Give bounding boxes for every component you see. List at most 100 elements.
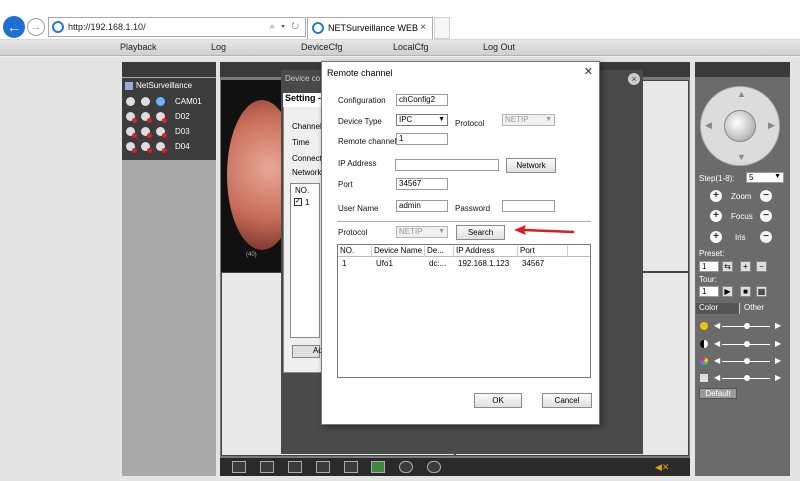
hue-slider[interactable]: ◀ ▶ bbox=[700, 373, 785, 383]
record-icon[interactable] bbox=[126, 97, 135, 107]
preset-goto-icon[interactable]: ⇆ bbox=[722, 261, 733, 272]
brightness-slider[interactable]: ◀ ▶ bbox=[700, 321, 785, 331]
slider-right-icon[interactable]: ▶ bbox=[775, 373, 781, 382]
zoom-out-button[interactable]: − bbox=[760, 190, 772, 202]
password-input[interactable] bbox=[502, 200, 555, 212]
tree-item-d02[interactable]: D02 bbox=[126, 112, 190, 124]
column-header-no[interactable]: NO. bbox=[338, 246, 372, 257]
tree-item-d03[interactable]: D03 bbox=[126, 127, 190, 139]
tab-color[interactable]: Color bbox=[696, 303, 740, 314]
iris-close-button[interactable]: − bbox=[760, 231, 772, 243]
snapshot-icon[interactable] bbox=[371, 461, 385, 473]
record-off-icon[interactable] bbox=[126, 127, 137, 139]
video-cell-cam01[interactable]: (40) bbox=[221, 80, 297, 272]
column-header-device[interactable]: De... bbox=[425, 246, 454, 257]
step-select[interactable]: 5 ▼ bbox=[746, 172, 784, 183]
ptz-left-icon[interactable]: ◀ bbox=[705, 120, 712, 131]
focus-out-button[interactable]: − bbox=[760, 210, 772, 222]
record-off-icon[interactable] bbox=[126, 142, 137, 154]
tour-stop-icon[interactable]: ■ bbox=[740, 286, 751, 297]
new-tab-button[interactable] bbox=[434, 17, 450, 39]
slider-knob[interactable] bbox=[744, 341, 750, 347]
protocol-select[interactable]: NETIP ▼ bbox=[502, 114, 555, 126]
device-config-close-icon[interactable]: × bbox=[628, 73, 640, 85]
column-header-device-name[interactable]: Device Name bbox=[372, 246, 425, 257]
address-controls[interactable]: ⌕ ▾ ↻ bbox=[270, 21, 301, 32]
ok-button[interactable]: OK bbox=[474, 393, 522, 408]
menu-logout[interactable]: Log Out bbox=[483, 42, 515, 52]
username-input[interactable]: admin bbox=[396, 200, 448, 212]
back-arrow-icon[interactable]: ← bbox=[3, 16, 25, 38]
slider-right-icon[interactable]: ▶ bbox=[775, 321, 781, 330]
contrast-slider[interactable]: ◀ ▶ bbox=[700, 339, 785, 349]
tour-input[interactable]: 1 bbox=[699, 286, 719, 297]
slider-left-icon[interactable]: ◀ bbox=[714, 356, 720, 365]
address-bar[interactable]: http://192.168.1.10/ ⌕ ▾ ↻ bbox=[48, 17, 306, 37]
open-all-icon[interactable] bbox=[316, 461, 330, 473]
slider-knob[interactable] bbox=[744, 375, 750, 381]
tab-close-icon[interactable]: × bbox=[420, 22, 426, 33]
layout-4-icon[interactable] bbox=[288, 461, 302, 473]
camera-off-icon[interactable] bbox=[156, 112, 167, 124]
camera-off-icon[interactable] bbox=[156, 142, 167, 154]
zoom-in-button[interactable]: + bbox=[710, 190, 722, 202]
tour-grid-icon[interactable]: ▦ bbox=[756, 286, 767, 297]
port-input[interactable]: 34567 bbox=[396, 178, 448, 190]
record-all-icon[interactable] bbox=[399, 461, 413, 473]
slider-left-icon[interactable]: ◀ bbox=[714, 339, 720, 348]
play-off-icon[interactable] bbox=[141, 142, 152, 154]
play-off-icon[interactable] bbox=[141, 127, 152, 139]
column-header-ip[interactable]: IP Address bbox=[454, 246, 518, 257]
iris-open-button[interactable]: + bbox=[710, 231, 722, 243]
tree-item-cam01[interactable]: CAM01 bbox=[126, 97, 202, 109]
ptz-up-icon[interactable]: ▲ bbox=[737, 89, 746, 99]
ptz-right-icon[interactable]: ▶ bbox=[768, 120, 775, 131]
slider-knob[interactable] bbox=[744, 323, 750, 329]
slider-left-icon[interactable]: ◀ bbox=[714, 321, 720, 330]
search-protocol-select[interactable]: NETIP ▼ bbox=[396, 226, 448, 238]
record-off-icon[interactable] bbox=[126, 112, 137, 124]
preset-input[interactable]: 1 bbox=[699, 261, 719, 272]
search-button[interactable]: Search bbox=[456, 225, 505, 240]
configuration-input[interactable]: chConfig2 bbox=[396, 94, 448, 106]
cancel-button[interactable]: Cancel bbox=[542, 393, 592, 408]
menu-localcfg[interactable]: LocalCfg bbox=[393, 42, 429, 52]
saturation-slider[interactable]: ◀ ▶ bbox=[700, 356, 785, 366]
add-button[interactable]: Ad bbox=[292, 345, 323, 358]
remote-channel-input[interactable]: 1 bbox=[396, 133, 448, 145]
menu-playback[interactable]: Playback bbox=[120, 42, 157, 52]
tour-play-icon[interactable]: ▶ bbox=[722, 286, 733, 297]
stop-record-icon[interactable] bbox=[427, 461, 441, 473]
column-header-port[interactable]: Port bbox=[518, 246, 568, 257]
volume-mute-icon[interactable]: ◀✕ bbox=[655, 462, 669, 472]
tree-root[interactable]: NetSurveillance bbox=[125, 81, 192, 90]
fullscreen-icon[interactable] bbox=[232, 461, 246, 473]
device-type-select[interactable]: IPC ▼ bbox=[396, 114, 448, 126]
preset-add-icon[interactable]: + bbox=[740, 261, 751, 272]
checkbox-icon[interactable]: ✓ bbox=[294, 198, 302, 206]
ptz-down-icon[interactable]: ▼ bbox=[737, 152, 746, 162]
ptz-center-button[interactable] bbox=[724, 110, 756, 142]
tree-item-d04[interactable]: D04 bbox=[126, 142, 190, 154]
camera-icon[interactable] bbox=[156, 97, 165, 107]
slider-left-icon[interactable]: ◀ bbox=[714, 373, 720, 382]
browser-tab[interactable]: NETSurveillance WEB × bbox=[307, 17, 433, 39]
focus-in-button[interactable]: + bbox=[710, 210, 722, 222]
forward-arrow-icon[interactable]: → bbox=[27, 18, 45, 36]
preset-remove-icon[interactable]: − bbox=[756, 261, 767, 272]
menu-log[interactable]: Log bbox=[211, 42, 226, 52]
slider-knob[interactable] bbox=[744, 358, 750, 364]
close-all-icon[interactable] bbox=[344, 461, 358, 473]
default-button[interactable]: Default bbox=[699, 388, 737, 399]
slider-right-icon[interactable]: ▶ bbox=[775, 339, 781, 348]
camera-off-icon[interactable] bbox=[156, 127, 167, 139]
ip-address-input[interactable] bbox=[395, 159, 499, 171]
play-off-icon[interactable] bbox=[141, 112, 152, 124]
slider-right-icon[interactable]: ▶ bbox=[775, 356, 781, 365]
play-icon[interactable] bbox=[141, 97, 150, 107]
layout-1-icon[interactable] bbox=[260, 461, 274, 473]
menu-devicecfg[interactable]: DeviceCfg bbox=[301, 42, 343, 52]
tab-other[interactable]: Other bbox=[741, 303, 789, 314]
dialog-close-icon[interactable]: ✕ bbox=[584, 65, 593, 78]
network-button[interactable]: Network bbox=[506, 158, 556, 173]
